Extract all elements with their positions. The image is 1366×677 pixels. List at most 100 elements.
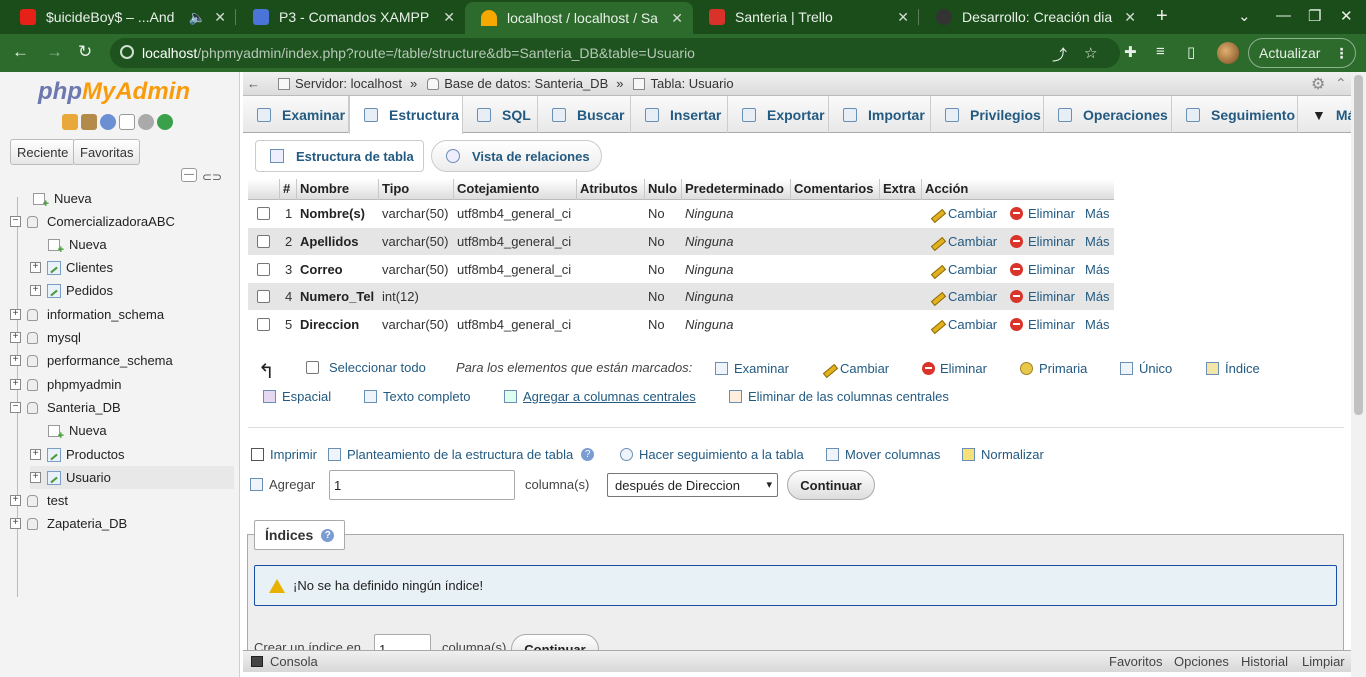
- panel-toggle-icon[interactable]: ←: [247, 76, 260, 91]
- select-all-checkbox[interactable]: [306, 361, 319, 374]
- row-checkbox[interactable]: [257, 263, 270, 276]
- help-icon[interactable]: ?: [321, 528, 335, 542]
- create-index-count-input[interactable]: 1: [374, 634, 431, 650]
- tab-tracking[interactable]: Seguimiento: [1172, 96, 1298, 133]
- expand-icon[interactable]: +: [30, 285, 41, 296]
- tree-item-new-table[interactable]: Nueva: [34, 419, 107, 442]
- col-header-comments[interactable]: Comentarios: [794, 181, 873, 196]
- close-tab-icon[interactable]: ✕: [897, 9, 909, 26]
- delete-link[interactable]: Eliminar: [1010, 317, 1075, 332]
- tree-item-productos[interactable]: + Productos: [30, 443, 125, 466]
- expand-icon[interactable]: +: [10, 355, 21, 366]
- more-link[interactable]: Más: [1085, 289, 1110, 304]
- refresh-icon[interactable]: [157, 114, 173, 130]
- page-scrollbar[interactable]: [1351, 72, 1366, 677]
- propose-structure-link[interactable]: Planteamiento de la estructura de tabla?: [328, 447, 595, 462]
- tree-item-usuario[interactable]: + Usuario: [30, 466, 234, 489]
- bulk-browse[interactable]: Examinar: [715, 361, 789, 376]
- link-with-main-icon[interactable]: ⊂⊃: [202, 170, 222, 184]
- more-options-icon[interactable]: ⋮: [1334, 45, 1348, 62]
- more-link[interactable]: Más: [1085, 262, 1110, 277]
- change-link[interactable]: Cambiar: [929, 289, 997, 304]
- browser-tab[interactable]: $uicideBoy$ – ...And 🔈 ✕: [4, 0, 236, 34]
- browser-tab[interactable]: P3 - Comandos XAMPP ✕: [237, 0, 465, 34]
- profile-avatar[interactable]: [1217, 42, 1239, 64]
- share-icon[interactable]: ⤴: [1052, 44, 1067, 65]
- new-tab-icon[interactable]: +: [1156, 5, 1168, 28]
- col-header-attributes[interactable]: Atributos: [580, 181, 638, 196]
- collapse-all-icon[interactable]: —: [181, 168, 197, 182]
- create-index-continue-button[interactable]: Continuar: [511, 634, 599, 650]
- browser-tab[interactable]: Santeria | Trello ✕: [693, 0, 919, 34]
- tab-more[interactable]: ▼Más: [1298, 96, 1351, 133]
- expand-icon[interactable]: +: [30, 472, 41, 483]
- home-icon[interactable]: [62, 114, 78, 130]
- minimize-icon[interactable]: —: [1276, 7, 1291, 24]
- scrollbar-thumb[interactable]: [1354, 75, 1363, 415]
- expand-icon[interactable]: +: [30, 449, 41, 460]
- col-header-null[interactable]: Nulo: [648, 181, 677, 196]
- update-button[interactable]: Actualizar ⋮: [1248, 38, 1356, 68]
- docs-icon[interactable]: [119, 114, 135, 130]
- tree-item-performance-schema[interactable]: + performance_schema: [10, 349, 173, 372]
- console-clear[interactable]: Limpiar: [1302, 654, 1345, 669]
- site-info-icon[interactable]: [120, 45, 134, 59]
- console-toggle[interactable]: Consola: [270, 654, 318, 669]
- tree-item-santeria-db[interactable]: − Santeria_DB: [10, 396, 121, 419]
- col-header-extra[interactable]: Extra: [883, 181, 916, 196]
- tree-item-information-schema[interactable]: + information_schema: [10, 303, 164, 326]
- tree-item-comercializadoraabc[interactable]: − ComercializadoraABC: [10, 210, 175, 233]
- row-checkbox[interactable]: [257, 318, 270, 331]
- tab-search[interactable]: Buscar: [538, 96, 631, 133]
- tree-item-pedidos[interactable]: + Pedidos: [30, 279, 113, 302]
- collapse-icon[interactable]: −: [10, 216, 21, 227]
- close-window-icon[interactable]: ✕: [1340, 7, 1353, 25]
- bulk-spatial[interactable]: Espacial: [263, 389, 331, 404]
- console-history[interactable]: Historial: [1241, 654, 1288, 669]
- delete-link[interactable]: Eliminar: [1010, 262, 1075, 277]
- tree-item-clientes[interactable]: + Clientes: [30, 256, 113, 279]
- change-link[interactable]: Cambiar: [929, 262, 997, 277]
- add-columns-count-input[interactable]: 1: [329, 470, 515, 500]
- col-header-type[interactable]: Tipo: [382, 181, 409, 196]
- bulk-fulltext[interactable]: Texto completo: [364, 389, 470, 404]
- expand-icon[interactable]: +: [10, 332, 21, 343]
- col-header-default[interactable]: Predeterminado: [685, 181, 784, 196]
- tab-import[interactable]: Importar: [829, 96, 931, 133]
- breadcrumb-table[interactable]: Tabla: Usuario: [650, 76, 733, 91]
- bulk-delete[interactable]: Eliminar: [922, 361, 987, 376]
- close-tab-icon[interactable]: ✕: [443, 9, 455, 26]
- close-tab-icon[interactable]: ✕: [214, 9, 226, 26]
- col-header-name[interactable]: Nombre: [300, 181, 349, 196]
- col-header-num[interactable]: #: [283, 181, 290, 196]
- close-tab-icon[interactable]: ✕: [1124, 9, 1136, 26]
- bulk-unique[interactable]: Único: [1120, 361, 1172, 376]
- change-link[interactable]: Cambiar: [929, 234, 997, 249]
- tree-item-test[interactable]: + test: [10, 489, 68, 512]
- side-panel-icon[interactable]: ▯: [1187, 43, 1195, 61]
- extensions-icon[interactable]: ✚: [1124, 43, 1137, 61]
- close-tab-icon[interactable]: ✕: [671, 10, 683, 27]
- expand-icon[interactable]: +: [10, 309, 21, 320]
- bulk-change[interactable]: Cambiar: [821, 361, 889, 376]
- logout-icon[interactable]: [81, 114, 97, 130]
- browser-tab-active[interactable]: localhost / localhost / Sa ✕: [465, 2, 693, 34]
- tab-operations[interactable]: Operaciones: [1044, 96, 1172, 133]
- expand-icon[interactable]: +: [10, 518, 21, 529]
- tab-privileges[interactable]: Privilegios: [931, 96, 1044, 133]
- speaker-icon[interactable]: 🔈: [189, 9, 206, 26]
- bulk-remove-central[interactable]: Eliminar de las columnas centrales: [729, 389, 949, 404]
- tab-insert[interactable]: Insertar: [631, 96, 728, 133]
- delete-link[interactable]: Eliminar: [1010, 206, 1075, 221]
- tree-item-zapateria-db[interactable]: + Zapateria_DB: [10, 512, 127, 535]
- change-link[interactable]: Cambiar: [929, 317, 997, 332]
- breadcrumb-server[interactable]: Servidor: localhost: [295, 76, 402, 91]
- breadcrumb-database[interactable]: Base de datos: Santeria_DB: [444, 76, 608, 91]
- tree-item-phpmyadmin[interactable]: + phpmyadmin: [10, 373, 121, 396]
- console-options[interactable]: Opciones: [1174, 654, 1229, 669]
- tab-sql[interactable]: SQL: [463, 96, 538, 133]
- tab-export[interactable]: Exportar: [728, 96, 829, 133]
- track-table-link[interactable]: Hacer seguimiento a la tabla: [620, 447, 804, 462]
- delete-link[interactable]: Eliminar: [1010, 234, 1075, 249]
- tab-browse[interactable]: Examinar: [243, 96, 349, 133]
